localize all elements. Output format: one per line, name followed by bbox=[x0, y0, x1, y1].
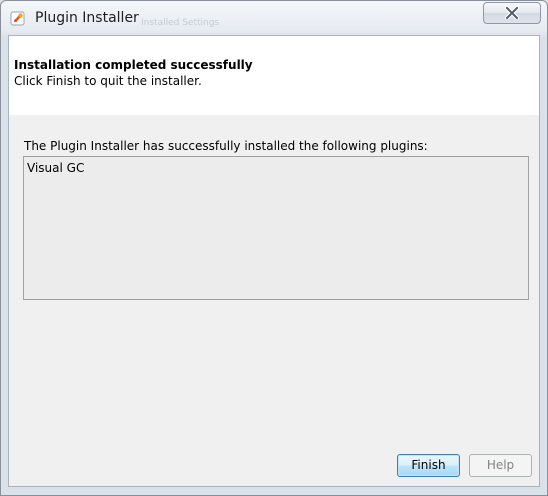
netbeans-plugin-icon bbox=[10, 10, 26, 26]
dialog-client-area: Installation completed successfully Clic… bbox=[8, 35, 540, 487]
window-title: Plugin Installer bbox=[35, 10, 139, 26]
finish-button[interactable]: Finish bbox=[397, 454, 460, 477]
wizard-header: Installation completed successfully Clic… bbox=[9, 36, 539, 115]
installed-plugins-list[interactable]: Visual GC bbox=[23, 156, 529, 300]
close-icon bbox=[505, 7, 519, 19]
header-subtitle: Click Finish to quit the installer. bbox=[14, 74, 202, 88]
header-separator bbox=[9, 114, 539, 115]
header-title: Installation completed successfully bbox=[14, 58, 253, 72]
help-button[interactable]: Help bbox=[469, 454, 532, 477]
title-bar[interactable]: Plugin Installer Installed Settings bbox=[1, 1, 547, 35]
list-item[interactable]: Visual GC bbox=[27, 161, 84, 175]
plugin-installer-window: Plugin Installer Installed Settings Inst… bbox=[0, 0, 548, 496]
background-tabs: Installed Settings bbox=[141, 18, 220, 28]
close-button[interactable] bbox=[483, 2, 541, 24]
installed-plugins-label: The Plugin Installer has successfully in… bbox=[24, 139, 428, 153]
